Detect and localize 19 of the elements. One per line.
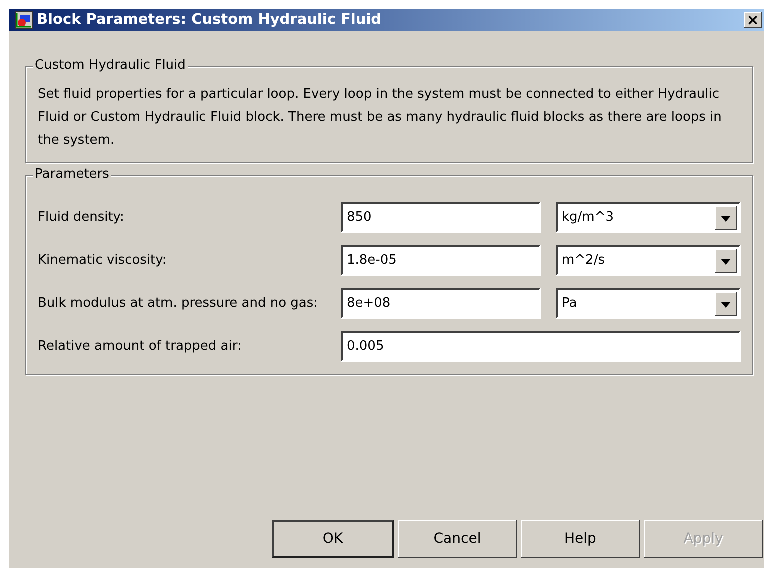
group-title: Custom Hydraulic Fluid xyxy=(33,58,188,73)
input-field[interactable]: 1.8e-05 xyxy=(341,245,541,276)
field-label: Fluid density: xyxy=(38,209,126,227)
dialog-button[interactable]: Cancel xyxy=(398,520,517,558)
dialog-button[interactable]: Help xyxy=(521,520,640,558)
unit-dropdown[interactable]: m^2/s xyxy=(556,245,741,276)
unit-dropdown[interactable]: kg/m^3 xyxy=(556,202,741,233)
field-label: Relative amount of trapped air: xyxy=(38,338,243,356)
field-label: Kinematic viscosity: xyxy=(38,252,168,270)
unit-dropdown[interactable]: Pa xyxy=(556,288,741,319)
input-field[interactable]: 0.005 xyxy=(341,331,741,362)
input-field[interactable]: 8e+08 xyxy=(341,288,541,319)
field-label: Bulk modulus at atm. pressure and no gas: xyxy=(38,295,320,313)
dialog-button[interactable]: OK xyxy=(272,520,394,558)
close-button[interactable]: × xyxy=(744,12,762,28)
block-icon xyxy=(15,11,33,29)
description-text: Set fluid properties for a particular loop. Every loop in the system must be connected to either Hydraulic Fluid or Custom Hydraulic Fluid block. There must be as many hydraulic fluid blocks as there are loops in the system. xyxy=(38,86,723,150)
input-field[interactable]: 850 xyxy=(341,202,541,233)
window-title: Block Parameters: Custom Hydraulic Fluid xyxy=(37,12,383,28)
